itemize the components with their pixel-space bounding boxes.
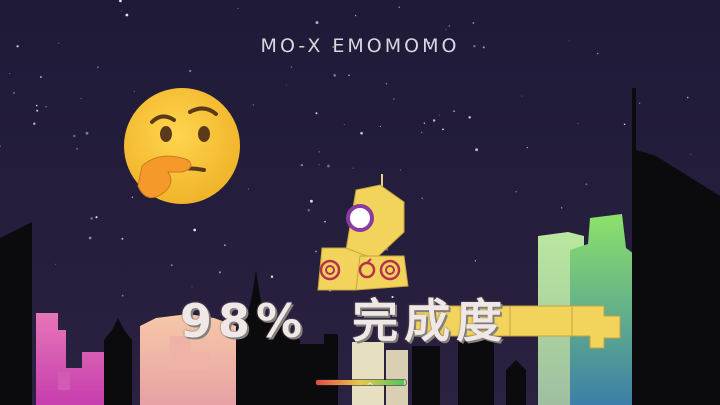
star [45, 106, 47, 108]
star [453, 110, 455, 112]
star [398, 6, 401, 8]
star [315, 112, 318, 115]
black-skyscraper-right-small [412, 346, 440, 405]
star [125, 13, 129, 17]
star [300, 163, 304, 167]
star [121, 237, 124, 240]
pale-tower-2 [386, 350, 408, 405]
chevron-up-icon[interactable]: ^ [362, 382, 378, 392]
star [85, 131, 89, 135]
star [475, 148, 478, 152]
star [421, 197, 424, 200]
star [577, 123, 579, 125]
star [318, 164, 320, 166]
purple-ring-icon[interactable] [346, 204, 374, 232]
star [585, 183, 588, 186]
star [247, 188, 249, 190]
star [421, 131, 423, 133]
star [379, 125, 381, 128]
star [333, 74, 336, 77]
star [318, 151, 320, 153]
star [88, 236, 92, 240]
star [76, 148, 78, 150]
star [327, 164, 330, 168]
star [218, 271, 221, 274]
star [343, 123, 345, 125]
star [55, 263, 57, 265]
star [188, 69, 192, 73]
star [385, 82, 388, 85]
star [315, 250, 317, 253]
left-building-silhouette [0, 222, 32, 405]
star [121, 294, 124, 297]
star [33, 122, 36, 125]
star [348, 74, 350, 77]
star [686, 96, 689, 99]
completion-indicator: 98% 完成度 [180, 285, 508, 351]
star [442, 128, 444, 131]
star [354, 14, 357, 17]
star [252, 104, 254, 106]
star [324, 220, 326, 223]
level-title: MO-X EMOMOMO [260, 35, 460, 57]
star [623, 123, 626, 126]
star [474, 260, 477, 262]
star [237, 7, 239, 9]
star [193, 228, 197, 232]
star [35, 104, 38, 107]
star [432, 119, 436, 122]
star [39, 76, 42, 78]
pale-tower [352, 342, 384, 405]
star [133, 90, 135, 92]
star [131, 196, 134, 198]
star [423, 122, 426, 124]
star [285, 84, 287, 86]
star [270, 275, 274, 278]
star [526, 146, 528, 149]
star [170, 264, 173, 267]
star [9, 73, 11, 75]
star [472, 22, 475, 24]
star [400, 169, 402, 171]
star [223, 244, 226, 247]
star [97, 66, 99, 69]
star [448, 25, 451, 27]
star [638, 102, 641, 104]
pink-tower-windows [58, 372, 70, 390]
star [561, 207, 563, 209]
star [360, 131, 363, 135]
star [307, 209, 311, 212]
star [393, 98, 395, 100]
thinking-face-icon[interactable] [124, 88, 240, 204]
star [468, 116, 471, 119]
star [309, 199, 313, 203]
star [515, 191, 517, 193]
star [352, 167, 354, 169]
completion-meter [316, 380, 406, 385]
star [12, 91, 15, 94]
star [80, 97, 82, 99]
star [315, 21, 319, 25]
star [290, 66, 293, 68]
star [521, 95, 523, 97]
star [438, 114, 440, 116]
star [90, 217, 93, 220]
star [445, 29, 447, 31]
star [36, 109, 39, 112]
star [95, 216, 98, 219]
star [120, 10, 122, 12]
star [690, 153, 692, 155]
star [73, 134, 76, 138]
completion-label: 完成度 [352, 294, 509, 348]
completion-percent: 98% [180, 294, 309, 348]
completion-meter-fill [316, 380, 405, 385]
